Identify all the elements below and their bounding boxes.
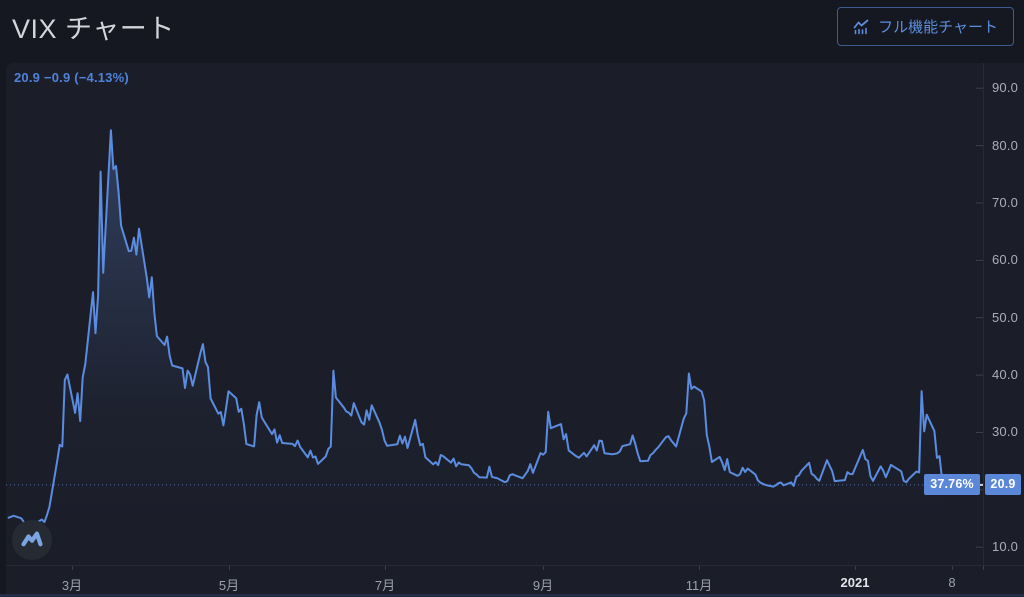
price-axis-label: 90.0 — [992, 80, 1018, 95]
tradingview-logo-icon — [20, 530, 44, 550]
page-header: VIX チャート フル機能チャート — [0, 0, 1024, 63]
time-axis-tick — [543, 566, 544, 570]
price-axis-label: 80.0 — [992, 138, 1018, 153]
period-change-badge: 37.76% — [924, 474, 980, 495]
time-axis-tick — [855, 566, 856, 570]
tradingview-logo[interactable] — [12, 520, 52, 560]
price-axis: 20.9 90.080.070.060.050.040.030.020.010.… — [984, 63, 1024, 565]
price-axis-label: 60.0 — [992, 252, 1018, 267]
page-title: VIX チャート — [12, 7, 175, 46]
price-axis-label: 10.0 — [992, 539, 1018, 554]
time-axis-label: 8 — [948, 575, 955, 590]
current-price-badge: 20.9 — [985, 474, 1021, 495]
full-feature-chart-button-label: フル機能チャート — [878, 16, 998, 37]
price-axis-label: 40.0 — [992, 367, 1018, 382]
full-feature-chart-button[interactable]: フル機能チャート — [837, 7, 1014, 46]
time-axis-label: 9月 — [533, 575, 553, 594]
time-axis: 3月 5月 7月 9月 11月 2021 8 — [6, 566, 1024, 597]
area-chart-icon — [853, 19, 869, 35]
time-axis-label: 3月 — [62, 575, 82, 594]
time-axis-label: 11月 — [686, 575, 713, 594]
time-axis-tick — [72, 566, 73, 570]
time-axis-tick — [229, 566, 230, 570]
time-axis-label: 5月 — [219, 575, 239, 594]
chart-widget: 20.9 −0.9 (−4.13%) 37.76% 20.9 90.0 80.0 7… — [6, 63, 1024, 597]
time-axis-tick — [699, 566, 700, 570]
price-axis-label: 70.0 — [992, 195, 1018, 210]
time-axis-label: 7月 — [375, 575, 395, 594]
time-axis-tick — [983, 566, 984, 570]
time-axis-label: 2021 — [841, 575, 870, 590]
chart-plot-area[interactable]: 37.76% — [6, 63, 983, 565]
time-axis-tick — [952, 566, 953, 570]
area-fill — [9, 130, 945, 565]
price-change-info: 20.9 −0.9 (−4.13%) — [14, 70, 129, 85]
price-axis-label: 50.0 — [992, 310, 1018, 325]
time-axis-tick — [385, 566, 386, 570]
price-axis-label: 30.0 — [992, 424, 1018, 439]
